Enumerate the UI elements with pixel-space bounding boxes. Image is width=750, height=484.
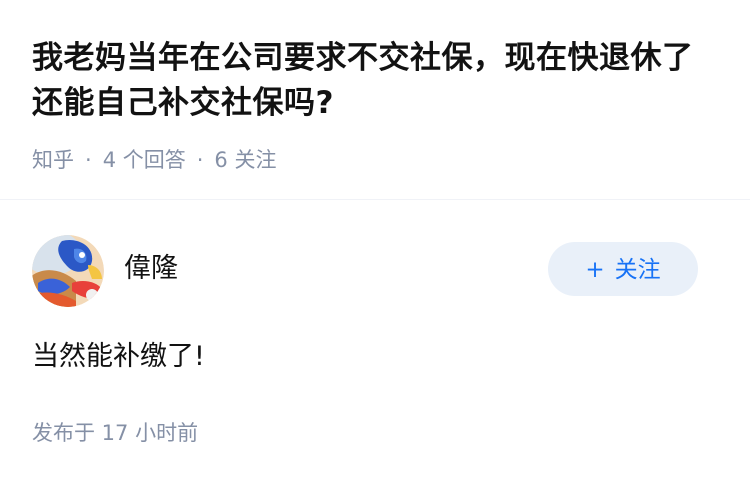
question-title[interactable]: 我老妈当年在公司要求不交社保，现在快退休了还能自己补交社保吗? bbox=[32, 0, 722, 126]
publish-time: 发布于 17 小时前 bbox=[32, 421, 199, 445]
answer-count[interactable]: 4 个回答 bbox=[103, 148, 186, 172]
source-label[interactable]: 知乎 bbox=[32, 148, 74, 172]
follower-count[interactable]: 6 关注 bbox=[214, 148, 276, 172]
author-name[interactable]: 偉隆 bbox=[124, 251, 178, 287]
avatar[interactable] bbox=[32, 235, 104, 307]
question-header: 我老妈当年在公司要求不交社保，现在快退休了还能自己补交社保吗? 知乎 · 4 个回答… bbox=[32, 0, 722, 172]
meta-separator: · bbox=[85, 148, 92, 172]
user-avatar-illustration-icon bbox=[32, 235, 104, 307]
follow-button-label: 关注 bbox=[614, 257, 661, 283]
section-divider bbox=[0, 199, 750, 200]
follow-button[interactable]: + 关注 bbox=[548, 242, 698, 296]
plus-icon: + bbox=[585, 257, 605, 283]
meta-separator: · bbox=[196, 148, 204, 172]
answer-content: 当然能补缴了! bbox=[32, 341, 205, 372]
question-meta: 知乎 · 4 个回答 · 6 关注 bbox=[32, 146, 276, 174]
